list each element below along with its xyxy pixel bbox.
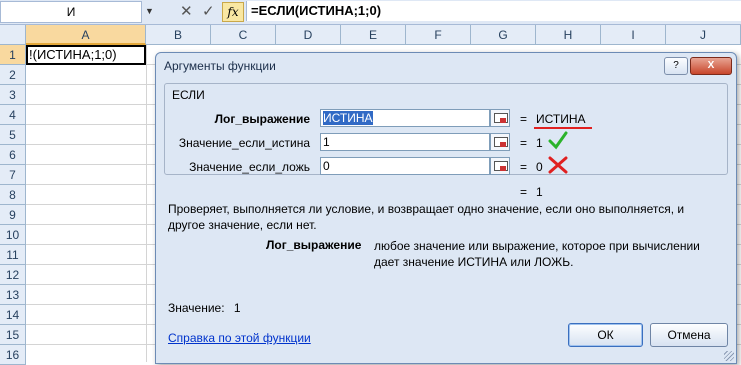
name-box[interactable]: И [0,1,142,23]
collapse-dialog-icon[interactable] [490,157,510,175]
column-header-h[interactable]: H [536,25,601,45]
arg-help-name: Лог_выражение [266,238,362,252]
arg-label-logical-test: Лог_выражение [214,112,310,126]
row-header-15[interactable]: 15 [0,325,26,345]
function-arguments-dialog: Аргументы функции ? X ЕСЛИ Лог_выражение… [155,52,737,364]
arg-result-value-if-false: 0 [536,160,543,174]
row-header-3[interactable]: 3 [0,85,26,105]
column-header-j[interactable]: J [666,25,741,45]
row-header-10[interactable]: 10 [0,225,26,245]
red-underline-annotation [534,127,592,129]
column-header-a[interactable]: A [26,25,146,45]
cancel-icon[interactable]: ✕ [180,2,193,22]
equals-sign: = [520,185,528,199]
column-header-e[interactable]: E [341,25,406,45]
row-header-13[interactable]: 13 [0,285,26,305]
arg-result-logical-test: ИСТИНА [536,112,586,126]
function-description: Проверяет, выполняется ли условие, и воз… [168,202,685,232]
function-name-label: ЕСЛИ [170,88,207,102]
function-help-link[interactable]: Справка по этой функции [168,331,311,345]
green-check-icon [548,131,568,150]
insert-function-button[interactable]: fx [222,2,244,22]
arg-input-value-if-true[interactable]: 1 [320,133,490,151]
value-row: Значение: 1 [168,301,241,315]
arg-label-value-if-true: Значение_если_истина [178,136,310,150]
row-header-6[interactable]: 6 [0,145,26,165]
formula-bar: И ▼ ✕ ✓ fx =ЕСЛИ(ИСТИНА;1;0) [0,0,741,25]
ok-button[interactable]: ОК [568,323,643,347]
collapse-dialog-icon[interactable] [490,133,510,151]
column-header-d[interactable]: D [276,25,341,45]
column-header-f[interactable]: F [406,25,471,45]
formula-input[interactable]: =ЕСЛИ(ИСТИНА;1;0) [246,1,741,21]
cancel-button[interactable]: Отмена [650,323,728,347]
row-header-8[interactable]: 8 [0,185,26,205]
row-header-11[interactable]: 11 [0,245,26,265]
arg-help-text: любое значение или выражение, которое пр… [374,239,700,269]
select-all-corner[interactable] [0,25,26,45]
collapse-dialog-icon[interactable] [490,109,510,127]
name-box-dropdown-icon[interactable]: ▼ [145,6,154,16]
close-button[interactable]: X [690,57,732,75]
red-cross-icon [548,156,568,174]
column-header-b[interactable]: B [146,25,211,45]
equals-sign: = [520,160,528,174]
row-header-14[interactable]: 14 [0,305,26,325]
arg-input-logical-test[interactable]: ИСТИНА [320,109,490,127]
column-header-g[interactable]: G [471,25,536,45]
value-text: 1 [233,301,241,315]
arg-label-value-if-false: Значение_если_ложь [189,160,310,174]
column-header-c[interactable]: C [211,25,276,45]
value-label: Значение: [168,301,225,315]
dialog-title: Аргументы функции [164,59,276,73]
row-header-4[interactable]: 4 [0,105,26,125]
grid-line [146,45,147,362]
resize-grip-icon[interactable] [724,351,734,361]
row-header-1[interactable]: 1 [0,45,26,65]
formula-result: 1 [536,185,543,199]
column-header-i[interactable]: I [601,25,666,45]
enter-icon[interactable]: ✓ [202,2,215,22]
row-header-12[interactable]: 12 [0,265,26,285]
row-header-2[interactable]: 2 [0,65,26,85]
equals-sign: = [520,112,528,126]
help-button[interactable]: ? [664,57,688,75]
arg-result-value-if-true: 1 [536,136,543,150]
row-header-9[interactable]: 9 [0,205,26,225]
row-header-16[interactable]: 16 [0,345,26,365]
arg-input-logical-test-value: ИСТИНА [323,111,373,125]
row-header-7[interactable]: 7 [0,165,26,185]
row-header-5[interactable]: 5 [0,125,26,145]
active-cell-a1[interactable]: !(ИСТИНА;1;0) [26,45,146,65]
arg-input-value-if-false[interactable]: 0 [320,157,490,175]
equals-sign: = [520,136,528,150]
